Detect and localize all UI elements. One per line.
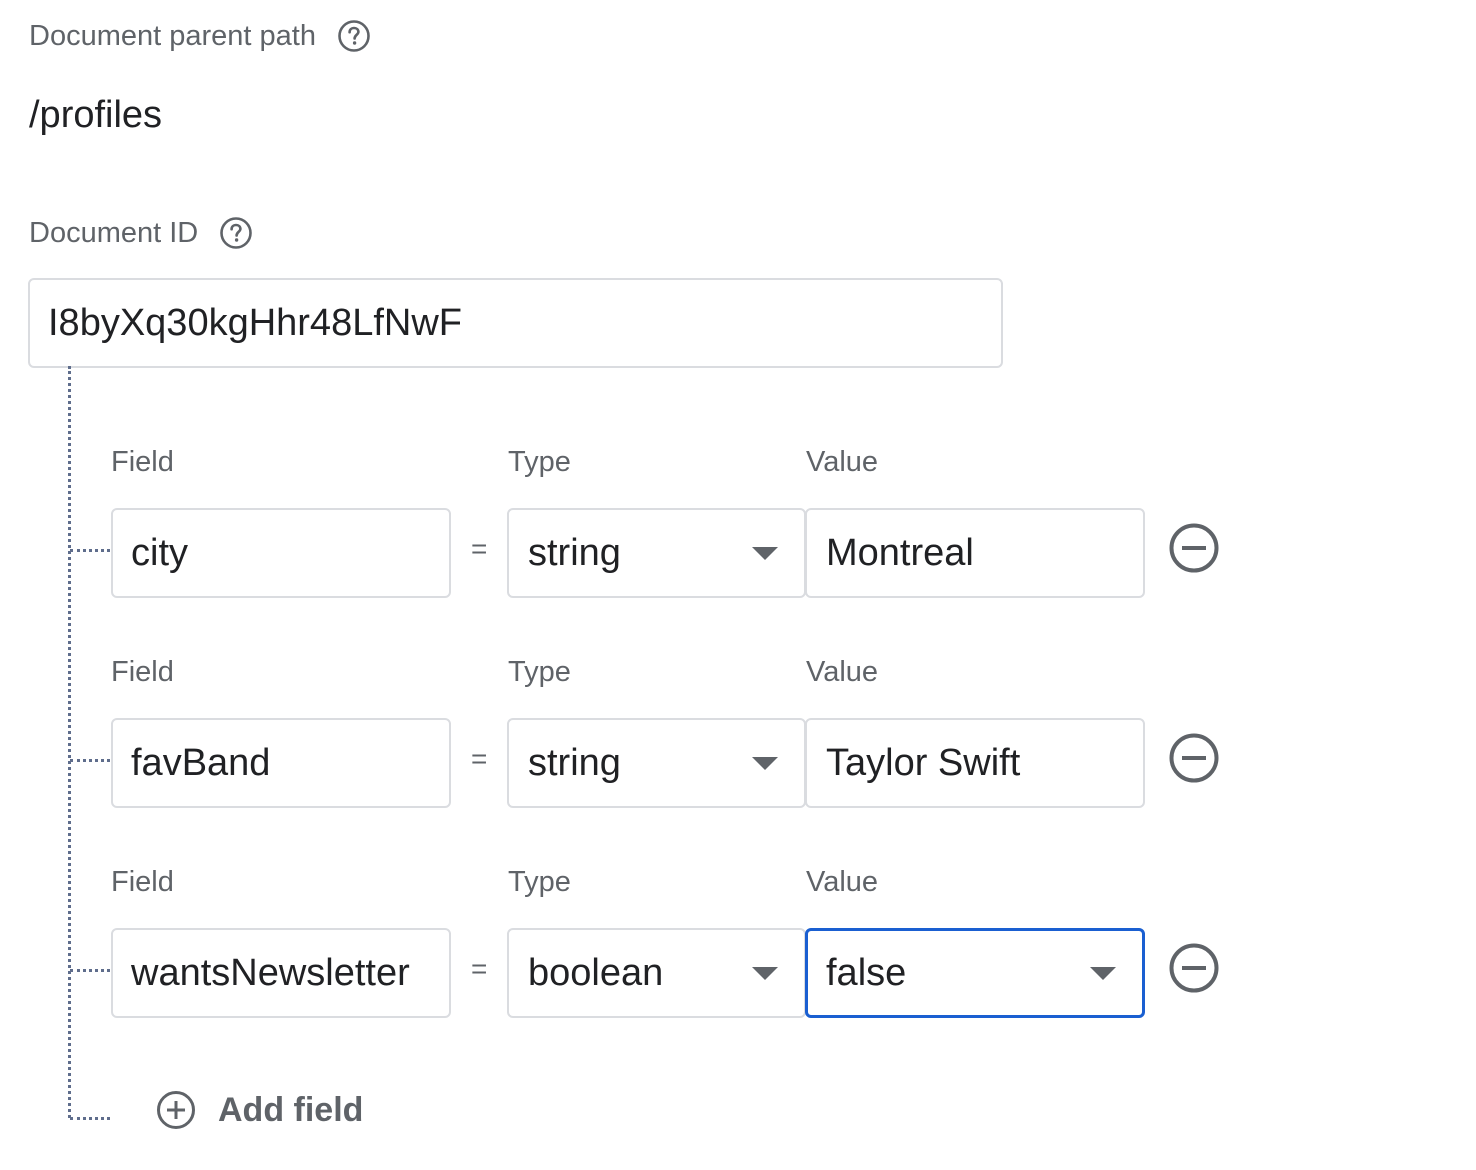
tree-connector-branch [70,969,110,972]
field-column-label: Field [111,446,174,478]
field-value-text: Taylor Swift [826,741,1021,784]
plus-circle-icon [156,1090,196,1130]
field-name-input[interactable]: wantsNewsletter [111,928,451,1018]
value-column-label: Value [806,656,879,688]
type-select-value: string [528,531,621,574]
type-column-label: Type [508,656,571,688]
field-name-input[interactable]: favBand [111,718,451,808]
remove-field-button[interactable] [1168,522,1220,574]
value-column-label: Value [806,446,879,478]
type-select-value: boolean [528,951,664,994]
field-name-input[interactable]: city [111,508,451,598]
type-select[interactable]: boolean [507,928,806,1018]
document-id-label: Document ID [29,216,253,250]
chevron-down-icon [1090,967,1116,980]
field-name-value: favBand [131,741,271,784]
field-value-text: Montreal [826,531,974,574]
tree-connector-vertical [68,366,71,1118]
field-name-value: wantsNewsletter [131,951,410,994]
field-column-label: Field [111,866,174,898]
type-column-label: Type [508,866,571,898]
type-select-value: string [528,741,621,784]
type-select[interactable]: string [507,718,806,808]
remove-field-button[interactable] [1168,732,1220,784]
chevron-down-icon [752,547,778,560]
boolean-value-text: false [826,951,907,994]
add-document-form: Document parent path /profiles Document … [0,0,1476,1170]
add-field-button[interactable]: Add field [156,1090,363,1130]
document-id-label-text: Document ID [29,216,199,249]
type-select[interactable]: string [507,508,806,598]
field-value-input[interactable]: Montreal [805,508,1145,598]
boolean-value-select[interactable]: false [805,928,1145,1018]
minus-circle-icon [1169,523,1219,573]
parent-path-label-text: Document parent path [29,19,316,52]
field-name-value: city [131,531,188,574]
field-value-input[interactable]: Taylor Swift [805,718,1145,808]
minus-circle-icon [1169,733,1219,783]
type-column-label: Type [508,446,571,478]
tree-connector-branch [70,759,110,762]
tree-connector-branch [70,549,110,552]
document-id-input[interactable]: I8byXq30kgHhr48LfNwF [28,278,1003,368]
chevron-down-icon [752,757,778,770]
value-column-label: Value [806,866,879,898]
equals-sign: = [471,533,488,564]
parent-path-value: /profiles [29,94,163,136]
equals-sign: = [471,953,488,984]
help-icon[interactable] [337,19,371,53]
help-icon[interactable] [219,216,253,250]
document-id-value: I8byXq30kgHhr48LfNwF [48,301,462,344]
chevron-down-icon [752,967,778,980]
add-field-label: Add field [218,1090,364,1129]
remove-field-button[interactable] [1168,942,1220,994]
parent-path-label: Document parent path [29,19,371,53]
tree-connector-branch [70,1117,110,1120]
equals-sign: = [471,743,488,774]
field-column-label: Field [111,656,174,688]
minus-circle-icon [1169,943,1219,993]
